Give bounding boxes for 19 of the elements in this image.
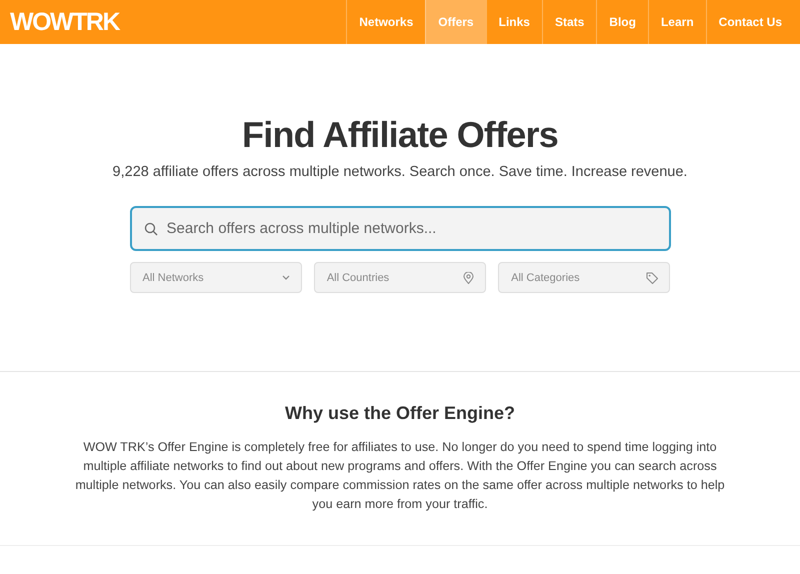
filter-field[interactable]: All Categories [498,262,670,293]
search-field[interactable]: Search offers across multiple networks... [130,206,670,251]
section-heading: Why use the Offer Engine? [284,403,516,424]
network-select[interactable]: All Networks [130,262,302,293]
map-pin-icon [463,272,474,284]
nav-link[interactable]: Offers [425,0,486,44]
nav-link[interactable]: Links [486,0,542,44]
subtitle: 9,228 affiliate offers across multiple networks. Search once. Save time. Increase revenue. [112,164,688,180]
filter-field[interactable]: All Countries [314,262,486,293]
nav-link[interactable]: Stats [542,0,596,44]
logo[interactable]: WOWTRK [10,8,120,36]
page-title: Find Affiliate Offers [242,114,558,156]
section-paragraph: WOW TRK’s Offer Engine is completely free for affiliates to use. No longer do you need to spend time logging into multiple affiliate networks to find out about new programs and offers. With the Offer Engine you can search across multiple networks. You can also easily compare commission rates on the same offer across multiple networks to help you earn more from your traffic. [75,439,725,513]
chevron-down-icon [282,274,290,280]
nav-link[interactable]: Contact Us [706,0,800,44]
search-icon [144,222,158,236]
tag-icon [646,272,658,284]
nav-link[interactable]: Learn [648,0,706,44]
nav-link[interactable]: Blog [596,0,648,44]
